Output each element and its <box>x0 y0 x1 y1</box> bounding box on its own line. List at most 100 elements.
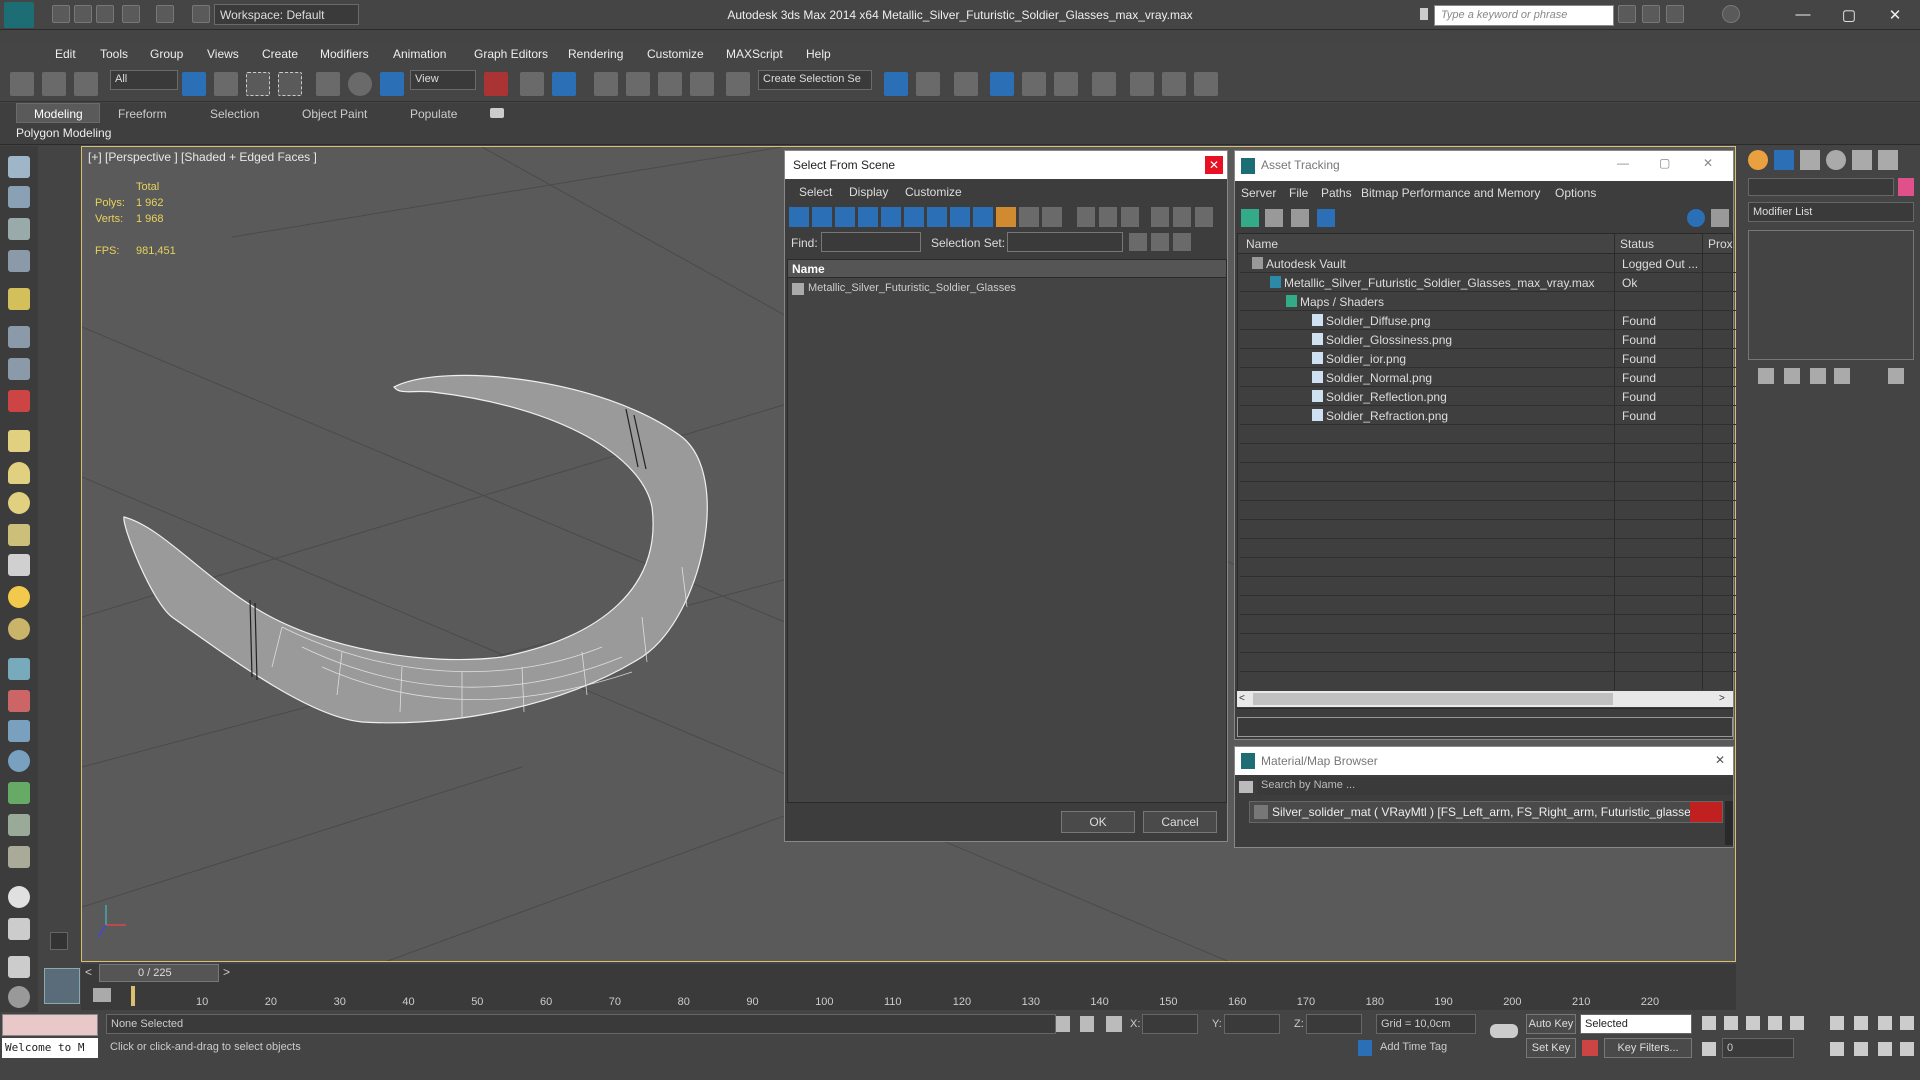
particles-icon[interactable] <box>8 658 30 680</box>
filter-frozen-icon[interactable] <box>1019 207 1039 227</box>
play-icon[interactable] <box>1746 1016 1760 1030</box>
document-icon[interactable] <box>8 218 30 240</box>
set-key-button[interactable]: Set Key <box>1526 1038 1576 1058</box>
display-tab-icon[interactable] <box>1852 150 1872 170</box>
dynamics-icon[interactable] <box>8 690 30 712</box>
menu-views[interactable]: Views <box>207 47 239 61</box>
tab-selection[interactable]: Selection <box>210 107 259 121</box>
time-slider[interactable]: < 0 / 225 > <box>81 964 1736 982</box>
table-row[interactable]: Soldier_Glossiness.png Found <box>1240 330 1736 349</box>
cone-icon[interactable] <box>8 554 30 576</box>
expand-arrow-icon[interactable] <box>50 932 68 950</box>
filter-geometry-icon[interactable] <box>789 207 809 227</box>
select-invert-icon[interactable] <box>1121 207 1139 227</box>
zoom-icon[interactable] <box>1830 1016 1844 1030</box>
at-menu-file[interactable]: File <box>1289 186 1308 200</box>
material-editor-icon[interactable] <box>1092 72 1116 96</box>
material-search-input[interactable]: Search by Name ... <box>1257 777 1733 795</box>
menu-customize[interactable]: Customize <box>647 47 704 61</box>
viewport-thumbnail[interactable] <box>44 968 80 1004</box>
table-row[interactable]: Metallic_Silver_Futuristic_Soldier_Glass… <box>1240 273 1736 292</box>
schematic-view-icon[interactable] <box>1054 72 1078 96</box>
sphere-icon[interactable] <box>8 492 30 514</box>
sun-icon[interactable] <box>8 586 30 608</box>
ok-button[interactable]: OK <box>1061 811 1135 833</box>
goto-end-icon[interactable] <box>1790 1016 1804 1030</box>
object-list-header[interactable]: Name <box>788 260 1226 278</box>
select-by-name-icon[interactable] <box>214 72 238 96</box>
grid-icon[interactable] <box>8 250 30 272</box>
render-setup-icon[interactable] <box>1130 72 1154 96</box>
close-icon[interactable]: ✕ <box>1205 156 1223 174</box>
time-tag-icon[interactable] <box>1358 1040 1372 1056</box>
camera-icon[interactable] <box>8 390 30 412</box>
rotate-icon[interactable] <box>348 72 372 96</box>
horizontal-scrollbar[interactable]: < > <box>1237 691 1733 707</box>
at-menu-bitmap[interactable]: Bitmap Performance and Memory <box>1361 186 1540 200</box>
close-icon[interactable]: ✕ <box>1880 6 1910 24</box>
time-prev-icon[interactable]: < <box>85 965 92 979</box>
star-icon[interactable] <box>1666 5 1684 23</box>
menu-modifiers[interactable]: Modifiers <box>320 47 369 61</box>
help-icon[interactable] <box>1722 5 1740 23</box>
find-input[interactable] <box>821 232 921 252</box>
key-mode-icon[interactable] <box>1490 1024 1518 1038</box>
minimize-icon[interactable]: — <box>1617 156 1629 170</box>
rendered-frame-window-icon[interactable] <box>1162 72 1186 96</box>
filter-bones-icon[interactable] <box>973 207 993 227</box>
absolute-mode-icon[interactable] <box>1106 1016 1122 1032</box>
table-row[interactable]: Soldier_ior.png Found <box>1240 349 1736 368</box>
pin-stack-icon[interactable] <box>1758 368 1774 384</box>
close-icon[interactable]: ✕ <box>1703 156 1713 170</box>
selection-set-dropdown[interactable] <box>1007 232 1123 252</box>
open-file-icon[interactable] <box>74 5 92 23</box>
set-key-icon[interactable] <box>1582 1040 1598 1056</box>
cancel-button[interactable]: Cancel <box>1143 811 1217 833</box>
named-selection-set-dropdown[interactable]: Create Selection Se <box>758 70 872 90</box>
hair-icon[interactable] <box>8 814 30 836</box>
render-icon[interactable] <box>8 186 30 208</box>
menu-help[interactable]: Help <box>806 47 831 61</box>
tab-object-paint[interactable]: Object Paint <box>302 107 367 121</box>
funnel-icon[interactable] <box>1151 207 1169 227</box>
scene-explorer-icon[interactable] <box>990 72 1014 96</box>
make-unique-icon[interactable] <box>1810 368 1826 384</box>
spinner-snap-icon[interactable] <box>690 72 714 96</box>
select-object-icon[interactable] <box>182 72 206 96</box>
selset-create-icon[interactable] <box>1129 233 1147 251</box>
select-menu-display[interactable]: Display <box>849 185 888 199</box>
teapot-icon[interactable] <box>8 156 30 178</box>
configure-sets-icon[interactable] <box>1888 368 1904 384</box>
script-icon[interactable] <box>8 918 30 940</box>
create-tab-icon[interactable] <box>1748 150 1768 170</box>
white-sphere-icon[interactable] <box>8 886 30 908</box>
torus-icon[interactable] <box>8 524 30 546</box>
key-icon[interactable] <box>1642 5 1660 23</box>
z-coordinate-field[interactable] <box>1306 1014 1362 1034</box>
y-coordinate-field[interactable] <box>1224 1014 1280 1034</box>
time-slider-thumb[interactable]: 0 / 225 <box>99 964 219 982</box>
scroll-right-icon[interactable]: > <box>1719 693 1731 705</box>
at-grid-icon[interactable] <box>1317 209 1335 227</box>
layer-manager-icon[interactable] <box>954 72 978 96</box>
box-icon[interactable] <box>8 430 30 452</box>
scroll-thumb[interactable] <box>1253 693 1613 705</box>
angle-snap-icon[interactable] <box>626 72 650 96</box>
table-row[interactable]: Maps / Shaders <box>1240 292 1736 311</box>
binoculars-icon[interactable] <box>1618 5 1636 23</box>
material-vscroll[interactable] <box>1725 801 1733 845</box>
link-icon[interactable] <box>10 72 34 96</box>
current-frame-field[interactable]: 0 <box>1722 1038 1794 1058</box>
next-frame-icon[interactable] <box>1768 1016 1782 1030</box>
select-none-icon[interactable] <box>1099 207 1117 227</box>
filter-helpers-icon[interactable] <box>881 207 901 227</box>
prev-frame-icon[interactable] <box>1724 1016 1738 1030</box>
selset-remove-icon[interactable] <box>1173 233 1191 251</box>
rectangular-selection-icon[interactable] <box>246 72 270 96</box>
unlink-icon[interactable] <box>42 72 66 96</box>
track-bar[interactable] <box>81 982 1736 1010</box>
close-icon[interactable]: ✕ <box>1715 753 1725 767</box>
table-row[interactable]: Soldier_Normal.png Found <box>1240 368 1736 387</box>
at-help-icon[interactable] <box>1687 209 1705 227</box>
menu-animation[interactable]: Animation <box>393 47 446 61</box>
